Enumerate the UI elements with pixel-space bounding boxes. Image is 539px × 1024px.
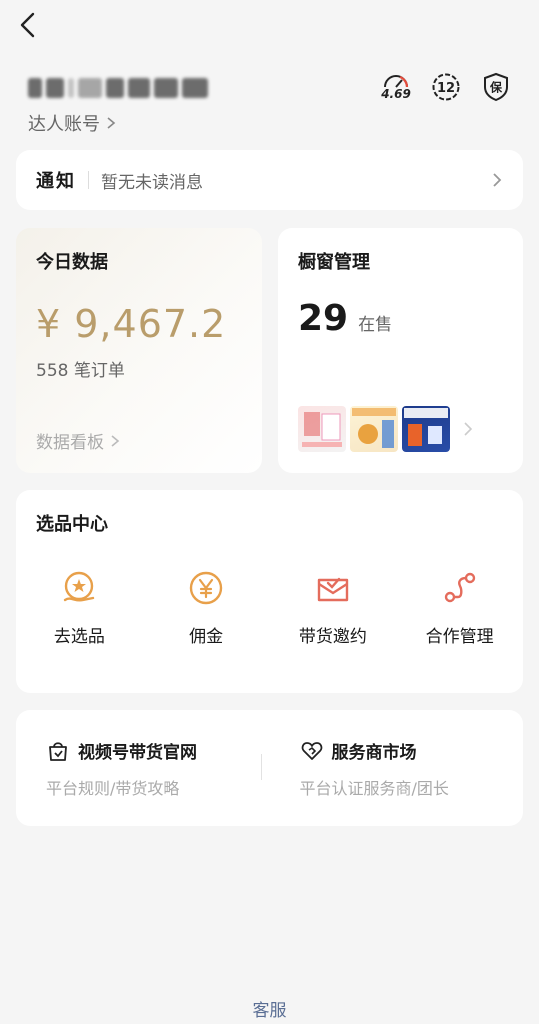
- go-select-button[interactable]: 去选品: [16, 570, 143, 647]
- blurred-account-name: [28, 74, 208, 102]
- invite-label: 带货邀约: [298, 627, 367, 647]
- official-site-sub: 平台规则/带货攻略: [46, 779, 180, 798]
- official-site-title: 视频号带货官网: [78, 743, 197, 763]
- invite-mail-icon: [317, 577, 349, 602]
- window-title: 橱窗管理: [298, 252, 370, 273]
- data-board-link[interactable]: 数据看板: [36, 428, 120, 453]
- service-market-link[interactable]: 服务商市场 平台认证服务商/团长: [270, 710, 524, 826]
- commission-button[interactable]: 佣金: [143, 570, 270, 647]
- score-value: 4.69: [381, 87, 411, 101]
- product-thumbnail: [402, 406, 450, 452]
- divider: [88, 171, 89, 189]
- chevron-right-icon: [111, 434, 120, 447]
- cooperation-icon: [444, 572, 475, 603]
- service-market-sub: 平台认证服务商/团长: [299, 779, 449, 798]
- account-type-link[interactable]: 达人账号: [28, 110, 208, 136]
- account-type-label: 达人账号: [28, 114, 100, 135]
- today-amount: ¥ 9,467.2: [36, 302, 227, 346]
- score-gauge[interactable]: 4.69: [381, 70, 411, 104]
- today-data-card[interactable]: 今日数据 ¥ 9,467.2 558 笔订单 数据看板: [16, 228, 262, 473]
- notice-card[interactable]: 通知 暂无未读消息: [16, 150, 523, 210]
- profile-block: 达人账号: [28, 74, 208, 136]
- go-select-label: 去选品: [53, 627, 105, 647]
- shopping-bag-icon: [49, 741, 67, 761]
- cooperation-button[interactable]: 合作管理: [396, 570, 523, 647]
- chevron-right-icon: [493, 173, 502, 187]
- today-orders: 558 笔订单: [36, 361, 125, 381]
- chevron-right-icon: [464, 422, 473, 436]
- service-market-title: 服务商市场: [331, 743, 417, 763]
- chevron-right-icon: [107, 117, 116, 129]
- links-card: 视频号带货官网 平台规则/带货攻略 服务商市场 平台认证服务商/团长: [16, 710, 523, 826]
- cooperation-label: 合作管理: [425, 627, 494, 647]
- data-board-label: 数据看板: [36, 433, 104, 453]
- selection-title: 选品中心: [36, 514, 108, 535]
- customer-service-link[interactable]: 客服: [0, 996, 539, 1021]
- window-status: 在售: [358, 315, 393, 335]
- selection-center-card: 选品中心 去选品 佣金 带货邀约 合作管理: [16, 490, 523, 693]
- product-thumbnail: [350, 406, 398, 452]
- select-product-icon: [64, 571, 95, 602]
- svg-text:12: 12: [437, 81, 455, 96]
- shield-icon: 保: [484, 72, 508, 102]
- product-thumbnail: [298, 406, 346, 452]
- window-management-card[interactable]: 橱窗管理 29 在售: [278, 228, 523, 473]
- chevron-left-icon: [20, 12, 35, 38]
- guarantee-badge[interactable]: 保: [481, 70, 511, 104]
- divider: [261, 754, 262, 780]
- today-title: 今日数据: [36, 252, 108, 273]
- product-thumbnails[interactable]: [298, 406, 474, 452]
- yen-icon: [189, 571, 223, 605]
- level-badge[interactable]: 12: [431, 70, 461, 104]
- official-site-link[interactable]: 视频号带货官网 平台规则/带货攻略: [16, 710, 270, 826]
- notice-title: 通知: [36, 171, 76, 192]
- window-count: 29: [298, 298, 349, 339]
- svg-text:保: 保: [489, 80, 503, 95]
- back-button[interactable]: [14, 10, 42, 40]
- heart-handshake-icon: [301, 741, 322, 760]
- notice-message: 暂无未读消息: [101, 172, 203, 193]
- commission-label: 佣金: [189, 627, 224, 647]
- badge-12-icon: 12: [432, 73, 460, 101]
- invite-button[interactable]: 带货邀约: [270, 570, 397, 647]
